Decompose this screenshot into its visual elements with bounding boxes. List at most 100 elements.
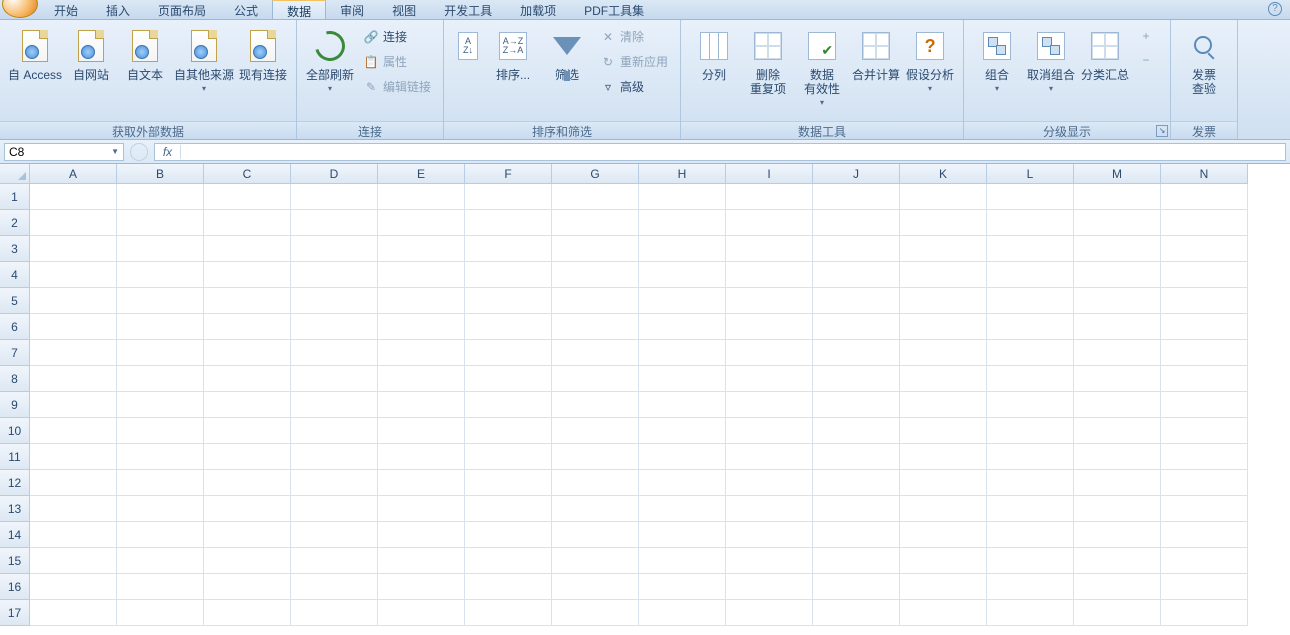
cell-N12[interactable] xyxy=(1161,470,1248,496)
cell-I14[interactable] xyxy=(726,522,813,548)
cell-M11[interactable] xyxy=(1074,444,1161,470)
cell-A2[interactable] xyxy=(30,210,117,236)
cell-E12[interactable] xyxy=(378,470,465,496)
row-header-10[interactable]: 10 xyxy=(0,418,30,444)
cell-I2[interactable] xyxy=(726,210,813,236)
cell-N13[interactable] xyxy=(1161,496,1248,522)
cell-G1[interactable] xyxy=(552,184,639,210)
cell-K16[interactable] xyxy=(900,574,987,600)
cell-J13[interactable] xyxy=(813,496,900,522)
cell-N1[interactable] xyxy=(1161,184,1248,210)
cell-N16[interactable] xyxy=(1161,574,1248,600)
cell-C6[interactable] xyxy=(204,314,291,340)
cell-H8[interactable] xyxy=(639,366,726,392)
cell-J1[interactable] xyxy=(813,184,900,210)
cell-N9[interactable] xyxy=(1161,392,1248,418)
cell-M14[interactable] xyxy=(1074,522,1161,548)
cell-G5[interactable] xyxy=(552,288,639,314)
cell-I7[interactable] xyxy=(726,340,813,366)
cell-L12[interactable] xyxy=(987,470,1074,496)
cell-A16[interactable] xyxy=(30,574,117,600)
column-header-F[interactable]: F xyxy=(465,164,552,184)
cell-K7[interactable] xyxy=(900,340,987,366)
cell-L6[interactable] xyxy=(987,314,1074,340)
cell-H3[interactable] xyxy=(639,236,726,262)
cell-B15[interactable] xyxy=(117,548,204,574)
cell-I4[interactable] xyxy=(726,262,813,288)
cell-F3[interactable] xyxy=(465,236,552,262)
cell-F15[interactable] xyxy=(465,548,552,574)
cell-B7[interactable] xyxy=(117,340,204,366)
cell-M2[interactable] xyxy=(1074,210,1161,236)
cell-A4[interactable] xyxy=(30,262,117,288)
cell-G16[interactable] xyxy=(552,574,639,600)
cell-C9[interactable] xyxy=(204,392,291,418)
cell-L15[interactable] xyxy=(987,548,1074,574)
cell-M15[interactable] xyxy=(1074,548,1161,574)
cell-C12[interactable] xyxy=(204,470,291,496)
cell-B1[interactable] xyxy=(117,184,204,210)
dialog-launcher[interactable]: ↘ xyxy=(1156,125,1168,137)
cell-K5[interactable] xyxy=(900,288,987,314)
cell-D4[interactable] xyxy=(291,262,378,288)
cell-D15[interactable] xyxy=(291,548,378,574)
row-header-8[interactable]: 8 xyxy=(0,366,30,392)
cell-C15[interactable] xyxy=(204,548,291,574)
cell-H2[interactable] xyxy=(639,210,726,236)
cell-J5[interactable] xyxy=(813,288,900,314)
column-header-I[interactable]: I xyxy=(726,164,813,184)
consolidate-button[interactable]: 合并计算 xyxy=(849,24,903,82)
from-access-button[interactable]: 自 Access xyxy=(6,24,64,82)
connections-button[interactable]: 🔗连接 xyxy=(359,26,435,47)
cell-E17[interactable] xyxy=(378,600,465,626)
cell-M16[interactable] xyxy=(1074,574,1161,600)
column-header-D[interactable]: D xyxy=(291,164,378,184)
cell-C5[interactable] xyxy=(204,288,291,314)
from-web-button[interactable]: 自网站 xyxy=(64,24,118,82)
cell-I8[interactable] xyxy=(726,366,813,392)
cell-B13[interactable] xyxy=(117,496,204,522)
cell-A15[interactable] xyxy=(30,548,117,574)
cell-B14[interactable] xyxy=(117,522,204,548)
cell-J7[interactable] xyxy=(813,340,900,366)
cell-B9[interactable] xyxy=(117,392,204,418)
formula-input[interactable] xyxy=(181,144,1285,160)
cell-J6[interactable] xyxy=(813,314,900,340)
row-header-4[interactable]: 4 xyxy=(0,262,30,288)
remove-dup-button[interactable]: 删除 重复项 xyxy=(741,24,795,96)
cell-E6[interactable] xyxy=(378,314,465,340)
cell-C4[interactable] xyxy=(204,262,291,288)
cell-H10[interactable] xyxy=(639,418,726,444)
column-header-H[interactable]: H xyxy=(639,164,726,184)
cell-A17[interactable] xyxy=(30,600,117,626)
cell-F7[interactable] xyxy=(465,340,552,366)
cell-F10[interactable] xyxy=(465,418,552,444)
cell-F2[interactable] xyxy=(465,210,552,236)
column-header-M[interactable]: M xyxy=(1074,164,1161,184)
row-header-7[interactable]: 7 xyxy=(0,340,30,366)
row-header-2[interactable]: 2 xyxy=(0,210,30,236)
cell-J17[interactable] xyxy=(813,600,900,626)
row-header-12[interactable]: 12 xyxy=(0,470,30,496)
cell-J11[interactable] xyxy=(813,444,900,470)
cell-N3[interactable] xyxy=(1161,236,1248,262)
cell-A1[interactable] xyxy=(30,184,117,210)
cell-K6[interactable] xyxy=(900,314,987,340)
ungroup-button[interactable]: 取消组合▾ xyxy=(1024,24,1078,93)
cell-D7[interactable] xyxy=(291,340,378,366)
cell-J15[interactable] xyxy=(813,548,900,574)
row-header-16[interactable]: 16 xyxy=(0,574,30,600)
cell-I11[interactable] xyxy=(726,444,813,470)
cell-H17[interactable] xyxy=(639,600,726,626)
cell-G15[interactable] xyxy=(552,548,639,574)
name-box[interactable]: C8 ▼ xyxy=(4,143,124,161)
cell-A9[interactable] xyxy=(30,392,117,418)
cell-B12[interactable] xyxy=(117,470,204,496)
cell-C14[interactable] xyxy=(204,522,291,548)
column-header-A[interactable]: A xyxy=(30,164,117,184)
cell-M12[interactable] xyxy=(1074,470,1161,496)
cell-C16[interactable] xyxy=(204,574,291,600)
cell-I15[interactable] xyxy=(726,548,813,574)
cell-L2[interactable] xyxy=(987,210,1074,236)
cell-N14[interactable] xyxy=(1161,522,1248,548)
